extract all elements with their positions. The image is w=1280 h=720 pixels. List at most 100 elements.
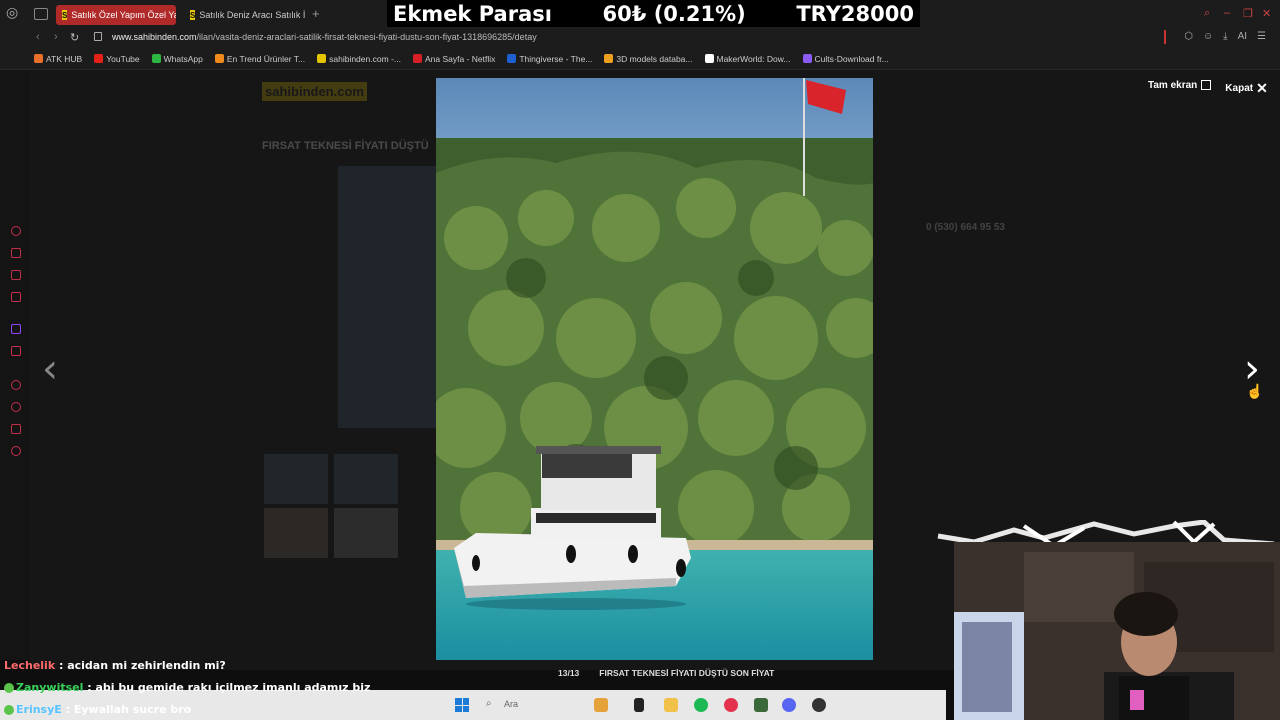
photo-counter: 13/13 bbox=[558, 668, 580, 678]
bookmark-label: YouTube bbox=[106, 53, 140, 64]
sidebar-twitch-icon[interactable] bbox=[11, 324, 21, 334]
sidebar-bag-icon[interactable] bbox=[11, 248, 21, 258]
bookmark-item[interactable]: MakerWorld: Dow... bbox=[704, 53, 791, 64]
bookmark-favicon-icon bbox=[151, 54, 161, 63]
bookmark-label: MakerWorld: Dow... bbox=[716, 53, 791, 64]
bookmark-label: ATK HUB bbox=[46, 53, 83, 64]
bookmark-label: Ana Sayfa - Netflix bbox=[424, 53, 496, 64]
chat-text: : abi bu gemide rakı içilmez imanlı adam… bbox=[87, 681, 371, 694]
minimize-button[interactable]: – bbox=[1224, 7, 1230, 19]
tab-overview-icon[interactable] bbox=[34, 8, 48, 20]
webcam-feed bbox=[954, 542, 1280, 720]
sidebar-extensions-icon[interactable] bbox=[11, 424, 21, 434]
bookmark-label: Thingiverse - The... bbox=[519, 53, 593, 64]
opera-logo-icon[interactable]: ◎ bbox=[6, 4, 20, 22]
bookmark-item[interactable]: WhatsApp bbox=[151, 54, 203, 64]
profile-icon[interactable]: ☺ bbox=[1203, 31, 1213, 42]
webcam-image bbox=[954, 542, 1280, 720]
listing-title: FIRSAT TEKNESİ FİYATI DÜŞTÜ bbox=[262, 140, 429, 152]
previous-photo-arrow-icon[interactable]: ‹ bbox=[42, 346, 58, 392]
sahibinden-favicon-icon: S bbox=[62, 10, 68, 20]
bookmark-favicon-icon bbox=[214, 54, 224, 63]
maximize-button[interactable]: ❐ bbox=[1243, 7, 1253, 20]
sahibinden-favicon-icon: S bbox=[190, 10, 196, 20]
obs-icon[interactable] bbox=[812, 698, 826, 712]
bookmark-item[interactable]: En Trend Ürünler T... bbox=[214, 53, 306, 64]
fullscreen-button[interactable]: Tam ekran bbox=[1148, 80, 1212, 97]
lightbox-controls: Tam ekran Kapat ✕ bbox=[1148, 80, 1268, 97]
bookmark-favicon-icon bbox=[94, 54, 104, 63]
listing-photo bbox=[436, 78, 873, 660]
chat-badge-icon bbox=[4, 683, 14, 693]
back-button[interactable]: ‹ bbox=[36, 31, 40, 43]
sidebar-settings-icon[interactable] bbox=[11, 446, 21, 456]
bookmark-favicon-icon bbox=[412, 54, 422, 63]
tab-active[interactable]: S Satılık Özel Yapım Özel Yap bbox=[56, 5, 176, 25]
download-icon[interactable]: ⤓ bbox=[1223, 31, 1227, 42]
spotify-icon[interactable] bbox=[694, 698, 708, 712]
sidebar-percent-icon[interactable] bbox=[11, 346, 21, 356]
thumbnail[interactable] bbox=[264, 508, 328, 558]
taskbar-search[interactable]: Ara bbox=[504, 699, 518, 709]
bookmark-favicon-icon bbox=[507, 54, 517, 63]
extensions-icon[interactable]: ⬡ bbox=[1184, 31, 1193, 42]
bookmark-item[interactable]: Thingiverse - The... bbox=[507, 54, 592, 64]
chat-badge-icon bbox=[4, 705, 14, 715]
browser-sidebar bbox=[0, 70, 30, 660]
sidebar-aria-icon[interactable] bbox=[11, 226, 21, 236]
bookmark-label: Cults·Download fr... bbox=[814, 53, 889, 64]
site-logo[interactable]: sahibinden.com bbox=[262, 82, 367, 101]
thumbnail[interactable] bbox=[264, 454, 328, 504]
thumbnail[interactable] bbox=[334, 454, 398, 504]
screen: ◎ S Satılık Özel Yapım Özel Yap S Satılı… bbox=[0, 0, 1280, 720]
new-tab-button[interactable]: + bbox=[312, 6, 320, 21]
bookmark-item[interactable]: 3D models databa... bbox=[604, 53, 693, 64]
tab-second[interactable]: S Satılık Deniz Aracı Satılık İla bbox=[184, 5, 306, 25]
main-photo-preview[interactable] bbox=[338, 166, 438, 428]
url-field[interactable]: www.sahibinden.com/ilan/vasita-deniz-ara… bbox=[112, 32, 537, 42]
goal-progress: 60₺ (0.21%) bbox=[602, 1, 746, 26]
search-tabs-icon[interactable]: ⌕ bbox=[1204, 7, 1210, 20]
bookmark-label: 3D models databa... bbox=[616, 53, 693, 64]
bookmark-item[interactable]: ATK HUB bbox=[34, 54, 82, 64]
sidebar-player-icon[interactable] bbox=[11, 380, 21, 390]
task-view-icon[interactable] bbox=[634, 698, 644, 712]
fullscreen-label: Tam ekran bbox=[1148, 80, 1198, 91]
minecraft-icon[interactable] bbox=[754, 698, 768, 712]
windows-start-icon[interactable] bbox=[455, 698, 469, 712]
bookmark-item[interactable]: Cults·Download fr... bbox=[802, 53, 889, 64]
forward-button[interactable]: › bbox=[54, 31, 58, 43]
search-icon[interactable]: ⌕ bbox=[486, 698, 492, 709]
close-lightbox-button[interactable]: Kapat ✕ bbox=[1225, 80, 1268, 97]
bookmark-item[interactable]: Ana Sayfa - Netflix bbox=[412, 53, 496, 64]
hand-cursor-icon: ☝ bbox=[1246, 383, 1264, 399]
address-bar: ‹ › ↻ www.sahibinden.com/ilan/vasita-den… bbox=[0, 28, 1280, 48]
reload-button[interactable]: ↻ bbox=[70, 31, 79, 44]
menu-icon[interactable]: ☰ bbox=[1257, 31, 1266, 42]
bookmarks-bar: ATK HUB YouTube WhatsApp En Trend Ürünler T… bbox=[0, 48, 1280, 70]
goal-title: Ekmek Parası bbox=[393, 1, 552, 26]
thumbnail[interactable] bbox=[334, 508, 398, 558]
sidebar-messenger-icon[interactable] bbox=[11, 292, 21, 302]
widgets-icon[interactable] bbox=[594, 698, 608, 712]
sidebar-instagram-icon[interactable] bbox=[11, 270, 21, 280]
boat-photo-image bbox=[436, 78, 873, 660]
file-explorer-icon[interactable] bbox=[664, 698, 678, 712]
close-label: Kapat bbox=[1225, 83, 1254, 95]
chat-text: : Eywallah sucre bro bbox=[65, 703, 192, 716]
sidebar-history-icon[interactable] bbox=[11, 402, 21, 412]
discord-icon[interactable] bbox=[782, 698, 796, 712]
bookmark-item[interactable]: sahibinden.com -... bbox=[317, 54, 401, 64]
tab-label: Satılık Deniz Aracı Satılık İla bbox=[199, 10, 306, 20]
bookmark-label: En Trend Ürünler T... bbox=[226, 53, 306, 64]
divider bbox=[1164, 30, 1166, 44]
close-window-button[interactable]: ✕ bbox=[1262, 7, 1271, 20]
url-path: /ilan/vasita-deniz-araclari-satilik-firs… bbox=[196, 32, 537, 42]
bookmark-favicon-icon bbox=[34, 54, 43, 63]
ai-button[interactable]: AI bbox=[1238, 31, 1247, 42]
chat-username: Lechelik bbox=[4, 659, 56, 672]
bookmark-item[interactable]: YouTube bbox=[94, 53, 140, 64]
chat-username: Zanywitsel bbox=[16, 681, 84, 694]
close-icon: ✕ bbox=[1256, 80, 1268, 96]
opera-gx-icon[interactable] bbox=[724, 698, 738, 712]
